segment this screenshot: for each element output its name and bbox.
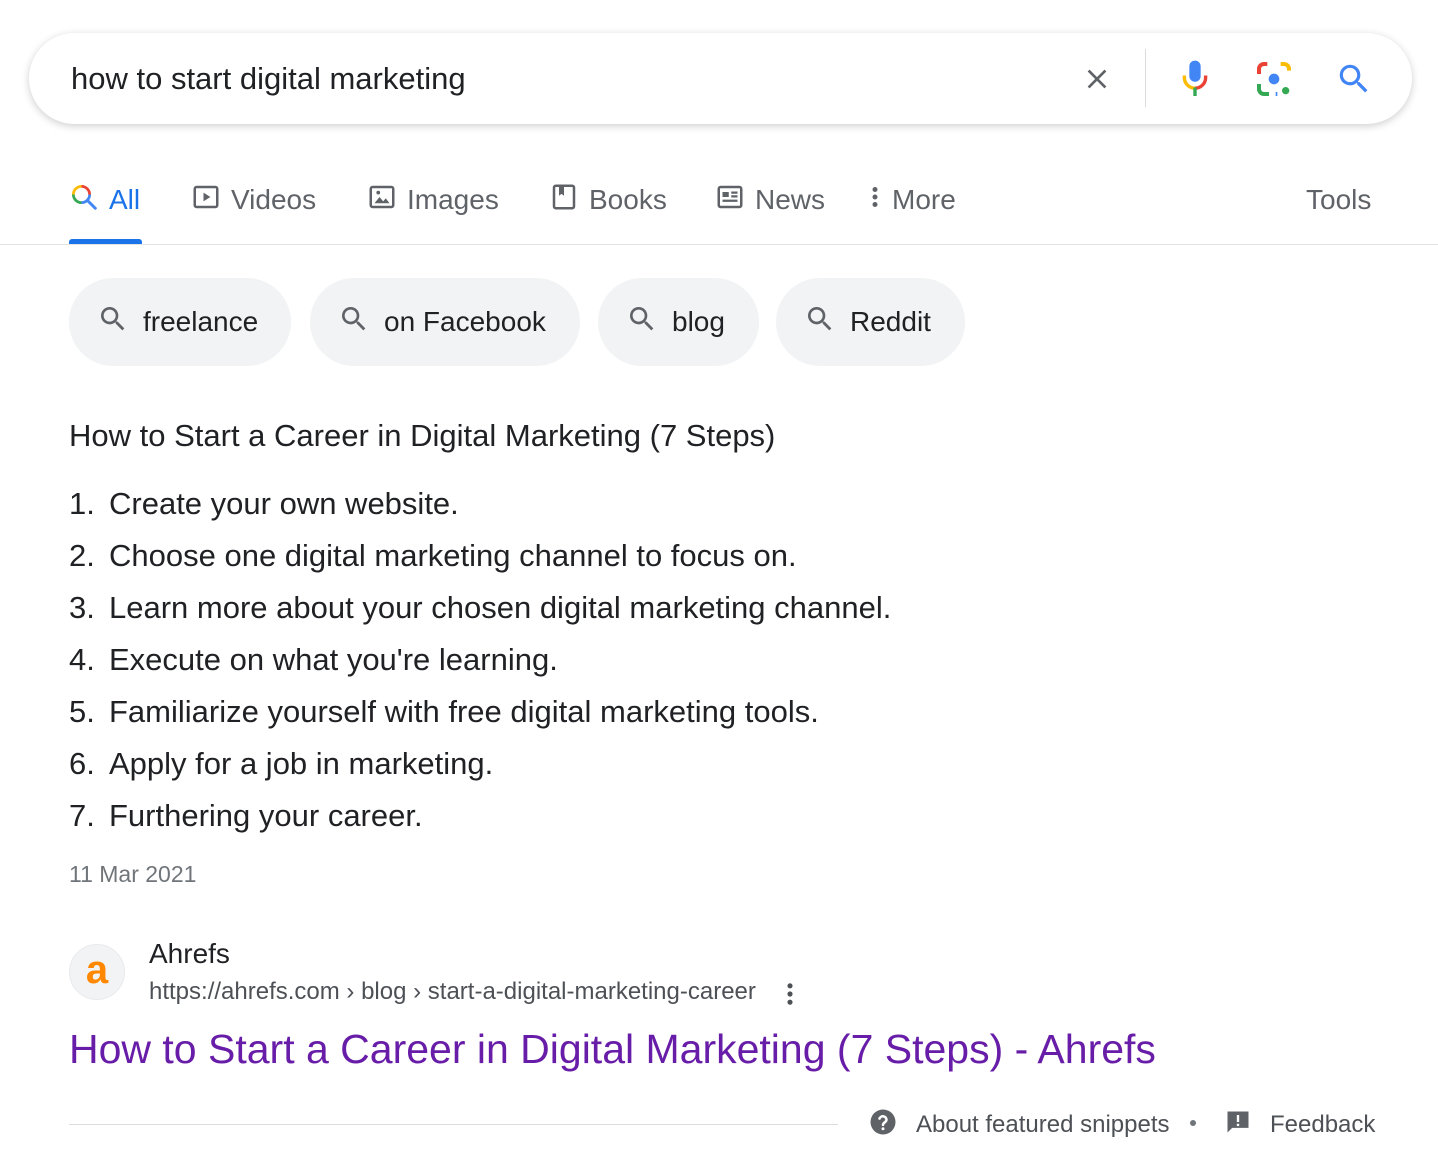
tab-label: All: [109, 184, 140, 216]
tools-label: Tools: [1306, 184, 1371, 216]
chip-freelance[interactable]: freelance: [69, 278, 291, 366]
clear-icon[interactable]: [1074, 56, 1120, 102]
tab-all[interactable]: All: [69, 180, 140, 220]
tab-images[interactable]: Images: [367, 180, 499, 220]
tab-label: News: [755, 184, 825, 216]
chip-label: on Facebook: [384, 306, 546, 338]
image-icon: [367, 182, 397, 219]
ahrefs-favicon[interactable]: a: [69, 944, 125, 1000]
search-icon: [804, 303, 836, 342]
lens-camera-icon[interactable]: [1251, 56, 1297, 102]
result-title-link[interactable]: How to Start a Career in Digital Marketi…: [69, 1024, 1156, 1074]
more-vert-icon: [868, 182, 882, 219]
play-icon: [191, 182, 221, 219]
more-options-icon[interactable]: [776, 978, 804, 1010]
list-item: 7.Furthering your career.: [69, 794, 891, 846]
search-icon: [97, 303, 129, 342]
tools-button[interactable]: Tools: [1306, 180, 1371, 220]
footer-divider: [69, 1124, 838, 1125]
chip-label: blog: [672, 306, 725, 338]
snippet-date: 11 Mar 2021: [69, 861, 196, 888]
chip-on-facebook[interactable]: on Facebook: [310, 278, 580, 366]
about-featured-snippets-link[interactable]: About featured snippets: [868, 1108, 1170, 1142]
list-item: 3.Learn more about your chosen digital m…: [69, 586, 891, 638]
tab-videos[interactable]: Videos: [191, 180, 316, 220]
tab-label: Videos: [231, 184, 316, 216]
news-icon: [715, 182, 745, 219]
search-icon: [626, 303, 658, 342]
footer-separator: [1190, 1120, 1196, 1126]
list-item: 6.Apply for a job in marketing.: [69, 742, 891, 794]
tab-books[interactable]: Books: [549, 180, 667, 220]
list-item: 2.Choose one digital marketing channel t…: [69, 534, 891, 586]
chip-blog[interactable]: blog: [598, 278, 759, 366]
chip-label: freelance: [143, 306, 258, 338]
tab-label: Books: [589, 184, 667, 216]
list-item: 1.Create your own website.: [69, 482, 891, 534]
search-icon: [338, 303, 370, 342]
searchbox-divider: [1145, 49, 1146, 107]
site-name[interactable]: Ahrefs: [149, 938, 230, 970]
feedback-icon: [1224, 1108, 1252, 1143]
tab-label: More: [892, 184, 956, 216]
feedback-button[interactable]: Feedback: [1224, 1108, 1375, 1142]
snippet-title: How to Start a Career in Digital Marketi…: [69, 416, 775, 456]
tab-news[interactable]: News: [715, 180, 825, 220]
tab-label: Images: [407, 184, 499, 216]
feedback-label: Feedback: [1270, 1111, 1375, 1139]
chip-reddit[interactable]: Reddit: [776, 278, 965, 366]
tabs-divider: [0, 244, 1438, 245]
search-icon[interactable]: [1331, 56, 1377, 102]
snippet-steps-list: 1.Create your own website. 2.Choose one …: [69, 482, 891, 846]
search-icon: [69, 182, 99, 219]
chip-label: Reddit: [850, 306, 931, 338]
tab-more[interactable]: More: [868, 180, 956, 220]
favicon-letter: a: [86, 950, 108, 990]
list-item: 5.Familiarize yourself with free digital…: [69, 690, 891, 742]
help-icon: [868, 1107, 898, 1144]
search-input[interactable]: how to start digital marketing: [71, 60, 466, 98]
site-url[interactable]: https://ahrefs.com › blog › start-a-digi…: [149, 978, 756, 1006]
book-icon: [549, 182, 579, 219]
search-box[interactable]: how to start digital marketing: [29, 33, 1412, 124]
about-label: About featured snippets: [916, 1111, 1170, 1139]
microphone-icon[interactable]: [1172, 56, 1218, 102]
list-item: 4.Execute on what you're learning.: [69, 638, 891, 690]
